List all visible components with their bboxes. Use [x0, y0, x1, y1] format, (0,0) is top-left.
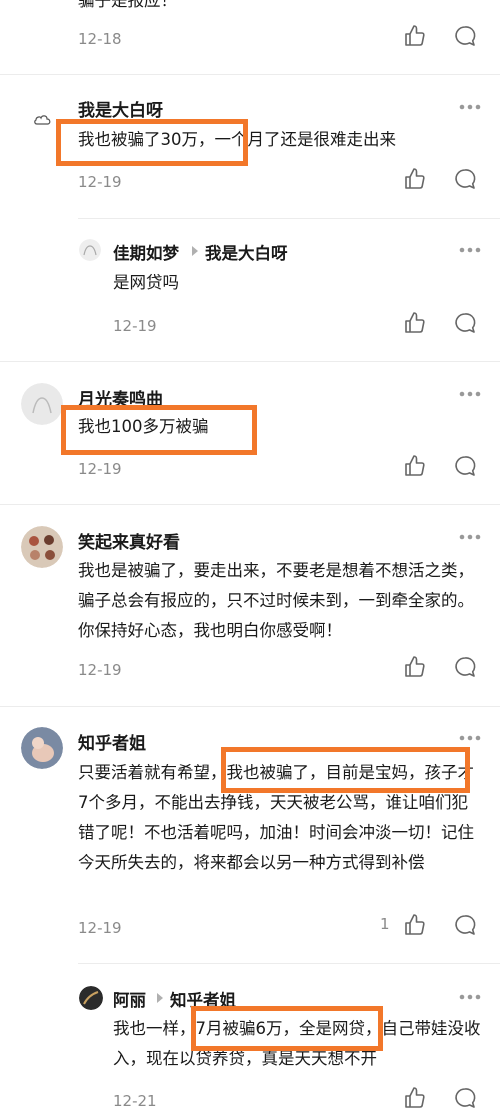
comment-bubble-icon[interactable]	[453, 913, 477, 937]
highlight-box	[56, 119, 248, 166]
comment-bubble-icon[interactable]	[453, 655, 477, 679]
comment-bubble-icon[interactable]	[453, 311, 477, 335]
commenter-name[interactable]: 我是大白呀	[78, 96, 163, 121]
avatar[interactable]	[79, 239, 101, 261]
divider	[0, 504, 500, 505]
comment-date: 12-19	[78, 173, 122, 191]
highlight-box	[221, 747, 470, 793]
highlight-box	[61, 405, 257, 455]
divider	[0, 706, 500, 707]
thumbs-up-icon[interactable]	[403, 1086, 427, 1110]
thumbs-up-icon[interactable]	[403, 311, 427, 335]
comment-body: 是网贷吗	[113, 273, 179, 292]
avatar[interactable]	[21, 727, 63, 769]
reply-to-name[interactable]: 我是大白呀	[205, 240, 288, 264]
comment-body: 骗子是报应！	[78, 0, 177, 10]
comment-body: 我也是被骗了，要走出来，不要老是想着不想活之类，骗子总会有报应的，只不过时候未到…	[78, 561, 474, 640]
comment-bubble-icon[interactable]	[453, 454, 477, 478]
comment-bubble-icon[interactable]	[453, 1086, 477, 1110]
commenter-name[interactable]: 知乎者姐	[78, 729, 146, 754]
avatar[interactable]	[21, 383, 63, 425]
more-dots-icon[interactable]	[458, 246, 482, 254]
comment-date: 12-18	[78, 30, 122, 48]
like-count: 1	[380, 915, 390, 933]
divider	[0, 74, 500, 75]
divider	[0, 361, 500, 362]
commenter-name[interactable]: 佳期如梦	[113, 240, 179, 264]
thumbs-up-icon[interactable]	[403, 913, 427, 937]
more-dots-icon[interactable]	[458, 734, 482, 742]
comment-date: 12-19	[113, 317, 157, 335]
thumbs-up-icon[interactable]	[403, 454, 427, 478]
reply-arrow-icon	[157, 993, 163, 1003]
divider	[78, 963, 500, 964]
reply-arrow-icon	[192, 246, 198, 256]
divider	[78, 218, 500, 219]
thumbs-up-icon[interactable]	[403, 167, 427, 191]
comment-date: 12-21	[113, 1092, 157, 1110]
more-dots-icon[interactable]	[458, 390, 482, 398]
more-dots-icon[interactable]	[458, 533, 482, 541]
comment-bubble-icon[interactable]	[453, 167, 477, 191]
avatar[interactable]	[21, 526, 63, 568]
comment-date: 12-19	[78, 460, 122, 478]
thumbs-up-icon[interactable]	[403, 24, 427, 48]
avatar[interactable]	[79, 986, 103, 1010]
comment-date: 12-19	[78, 919, 122, 937]
comment-date: 12-19	[78, 661, 122, 679]
commenter-name[interactable]: 阿丽	[113, 987, 146, 1011]
highlight-box	[191, 1006, 383, 1051]
more-dots-icon[interactable]	[458, 993, 482, 1001]
comment-bubble-icon[interactable]	[453, 24, 477, 48]
thumbs-up-icon[interactable]	[403, 655, 427, 679]
avatar[interactable]	[33, 112, 53, 126]
commenter-name[interactable]: 笑起来真好看	[78, 528, 180, 553]
more-dots-icon[interactable]	[458, 103, 482, 111]
